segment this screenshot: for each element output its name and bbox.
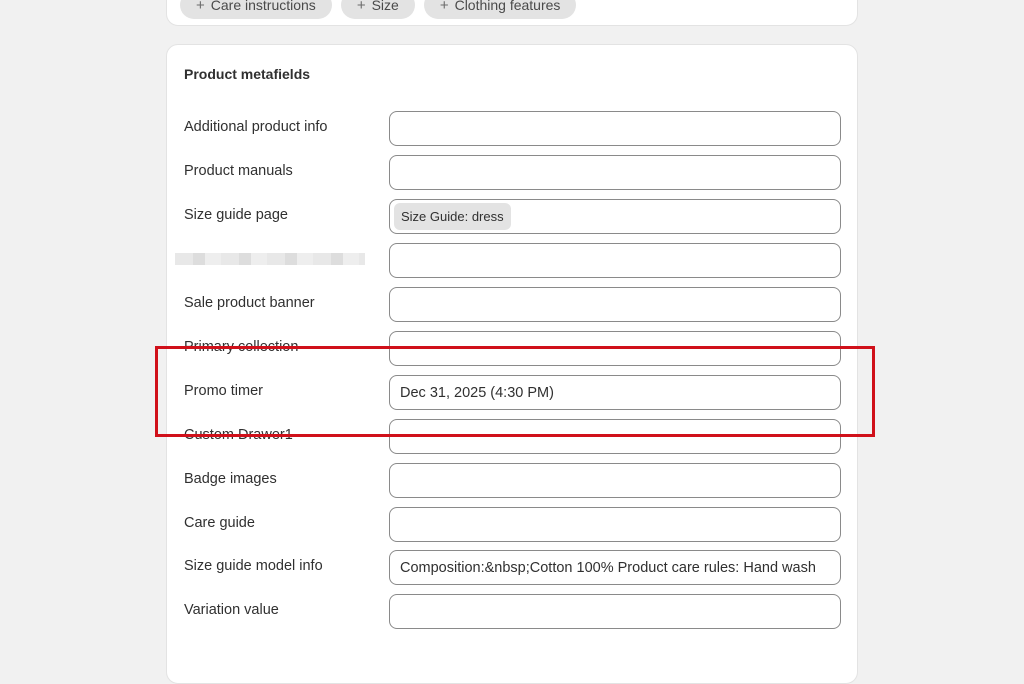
metafield-row-size-guide-model-info: Size guide model info Composition:&nbsp;… — [167, 550, 857, 586]
chip-label: Size — [371, 0, 399, 13]
promo-timer-field[interactable]: Dec 31, 2025 (4:30 PM) — [389, 375, 841, 410]
size-guide-tag[interactable]: Size Guide: dress — [394, 203, 511, 230]
care-guide-field[interactable] — [389, 507, 841, 542]
size-guide-model-info-field[interactable]: Composition:&nbsp;Cotton 100% Product ca… — [389, 550, 841, 585]
sale-product-banner-field[interactable] — [389, 287, 841, 322]
metafield-label: Custom Drawer1 — [184, 427, 293, 443]
metafield-row-custom-drawer1: Custom Drawer1 — [167, 419, 857, 455]
add-clothing-features-chip[interactable]: + Clothing features — [423, 0, 577, 19]
metafield-row-care-guide: Care guide — [167, 507, 857, 543]
add-size-chip[interactable]: + Size — [340, 0, 415, 19]
redacted-label — [175, 253, 365, 265]
primary-collection-field[interactable] — [389, 331, 841, 366]
size-guide-page-field[interactable]: Size Guide: dress — [389, 199, 841, 234]
chip-label: Care instructions — [210, 0, 316, 13]
metafield-row-additional-product-info: Additional product info — [167, 111, 857, 147]
metafield-label: Primary collection — [184, 339, 299, 355]
metafield-label: Size guide page — [184, 207, 288, 223]
metafield-row-product-manuals: Product manuals — [167, 155, 857, 191]
additional-product-info-field[interactable] — [389, 111, 841, 146]
metafield-label: Additional product info — [184, 119, 328, 135]
chip-list: + Care instructions + Size + Clothing fe… — [180, 0, 577, 19]
metafield-label: Variation value — [184, 602, 279, 618]
metafield-label: Care guide — [184, 515, 255, 531]
product-metafields-card: Product metafields Additional product in… — [166, 44, 858, 684]
variation-value-field[interactable] — [389, 594, 841, 629]
redacted-field[interactable] — [389, 243, 841, 278]
metafield-row-promo-timer: Promo timer Dec 31, 2025 (4:30 PM) — [167, 375, 857, 411]
add-care-instructions-chip[interactable]: + Care instructions — [180, 0, 332, 19]
product-manuals-field[interactable] — [389, 155, 841, 190]
metafield-row-redacted — [167, 243, 857, 279]
metafield-row-variation-value: Variation value — [167, 594, 857, 630]
metafield-row-sale-product-banner: Sale product banner — [167, 287, 857, 323]
custom-drawer1-field[interactable] — [389, 419, 841, 454]
plus-icon: + — [439, 0, 449, 14]
top-card: + Care instructions + Size + Clothing fe… — [166, 0, 858, 26]
metafield-row-badge-images: Badge images — [167, 463, 857, 499]
plus-icon: + — [196, 0, 205, 14]
metafield-row-primary-collection: Primary collection — [167, 331, 857, 367]
metafield-label: Product manuals — [184, 163, 293, 179]
chip-label: Clothing features — [454, 0, 561, 13]
plus-icon: + — [356, 0, 366, 14]
metafield-label: Size guide model info — [184, 558, 323, 574]
card-title: Product metafields — [184, 66, 311, 82]
metafield-label: Sale product banner — [184, 295, 315, 311]
metafield-row-size-guide-page: Size guide page Size Guide: dress — [167, 199, 857, 235]
metafield-label: Promo timer — [184, 383, 263, 399]
badge-images-field[interactable] — [389, 463, 841, 498]
metafield-label: Badge images — [184, 471, 277, 487]
